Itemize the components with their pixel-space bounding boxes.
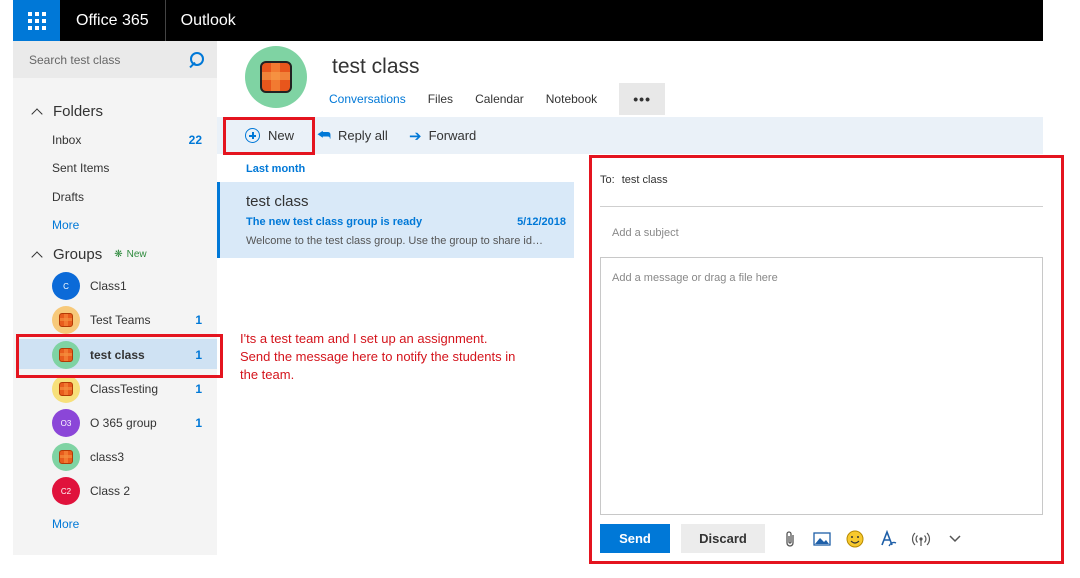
unread-count: 1 xyxy=(195,313,202,327)
divider xyxy=(600,206,1043,207)
folder-item-sent-items[interactable]: Sent Items xyxy=(52,161,202,175)
recipient-chip[interactable]: test class xyxy=(622,174,668,186)
paperclip-icon[interactable] xyxy=(779,528,801,550)
message-body-input[interactable] xyxy=(600,257,1043,515)
folder-item-inbox[interactable]: Inbox 22 xyxy=(52,133,202,147)
message-list-item[interactable]: test class The new test class group is r… xyxy=(217,182,574,258)
group-tabs: Conversations Files Calendar Notebook ••… xyxy=(329,83,666,115)
plus-circle-icon xyxy=(245,128,260,143)
group-tile-icon xyxy=(260,61,292,93)
app-launcher-button[interactable] xyxy=(13,0,60,41)
to-field[interactable]: To: test class xyxy=(600,174,668,186)
new-button-label: New xyxy=(268,128,295,143)
more-tabs-button[interactable]: ••• xyxy=(619,83,666,115)
forward-button[interactable]: ➔ Forward xyxy=(409,117,476,154)
avatar xyxy=(52,306,80,334)
avatar xyxy=(52,375,80,403)
group-label: O 365 group xyxy=(90,416,157,430)
chevron-up-icon xyxy=(31,250,43,263)
group-item-test-class[interactable]: test class 1 xyxy=(52,341,202,369)
broadcast-icon[interactable] xyxy=(910,528,932,550)
folders-header[interactable]: Folders xyxy=(29,103,103,120)
chevron-down-icon[interactable] xyxy=(944,528,966,550)
waffle-icon xyxy=(27,11,46,30)
search-input[interactable] xyxy=(29,52,179,67)
send-button[interactable]: Send xyxy=(600,524,670,553)
forward-arrow-icon: ➔ xyxy=(409,127,422,145)
folder-label: Drafts xyxy=(52,190,85,204)
search-box[interactable] xyxy=(13,41,217,78)
group-item-test-teams[interactable]: Test Teams 1 xyxy=(52,306,202,334)
avatar: O3 xyxy=(52,409,80,437)
search-icon[interactable] xyxy=(187,51,205,69)
group-label: class3 xyxy=(90,450,125,464)
new-button[interactable]: New xyxy=(245,117,294,154)
group-item-classtesting[interactable]: ClassTesting 1 xyxy=(52,375,202,403)
message-sender: test class xyxy=(246,193,309,210)
group-label: test class xyxy=(90,348,145,362)
emoji-icon[interactable] xyxy=(844,528,866,550)
message-preview: Welcome to the test class group. Use the… xyxy=(246,235,546,247)
insert-picture-icon[interactable] xyxy=(811,528,833,550)
format-text-icon[interactable] xyxy=(877,528,899,550)
unread-count: 1 xyxy=(195,416,202,430)
group-item-class1[interactable]: C Class1 xyxy=(52,272,202,300)
message-date: 5/12/2018 xyxy=(517,216,566,228)
list-section-label: Last month xyxy=(246,163,306,175)
command-bar: New ⮪ Reply all ➔ Forward xyxy=(217,117,1043,154)
groups-more-link[interactable]: More xyxy=(52,517,79,531)
group-item-o365-group[interactable]: O3 O 365 group 1 xyxy=(52,409,202,437)
group-tile-icon xyxy=(59,313,73,327)
avatar xyxy=(52,443,80,471)
chevron-up-icon xyxy=(31,107,43,120)
brand-title[interactable]: Office 365 xyxy=(60,0,165,41)
group-item-class3[interactable]: class3 xyxy=(52,443,202,471)
tab-conversations[interactable]: Conversations xyxy=(329,92,406,106)
reply-all-label: Reply all xyxy=(337,128,388,143)
reply-all-icon: ⮪ xyxy=(317,127,331,144)
tab-calendar[interactable]: Calendar xyxy=(475,92,524,106)
discard-button[interactable]: Discard xyxy=(681,524,765,553)
group-item-class-2[interactable]: C2 Class 2 xyxy=(52,477,202,505)
compose-pane: To: test class Send Discard xyxy=(600,164,1043,558)
group-avatar-large xyxy=(245,46,307,108)
forward-label: Forward xyxy=(428,128,477,143)
group-label: ClassTesting xyxy=(90,382,159,396)
group-tile-icon xyxy=(59,450,73,464)
sparkle-icon: ❋ xyxy=(114,249,123,260)
group-label: Class1 xyxy=(90,279,127,293)
message-subject: The new test class group is ready xyxy=(246,216,423,228)
tab-files[interactable]: Files xyxy=(428,92,453,106)
avatar xyxy=(52,341,80,369)
to-label: To: xyxy=(600,174,615,186)
new-badge-label: New xyxy=(126,249,147,260)
new-badge: ❋ New xyxy=(114,249,146,260)
unread-count: 1 xyxy=(195,348,202,362)
avatar: C xyxy=(52,272,80,300)
folders-heading: Folders xyxy=(53,103,104,120)
folders-more-link[interactable]: More xyxy=(52,218,79,232)
top-bar: Office 365 Outlook xyxy=(13,0,1043,41)
subject-input[interactable] xyxy=(600,216,1043,250)
group-tile-icon xyxy=(59,348,73,362)
reply-all-button[interactable]: ⮪ Reply all xyxy=(317,117,388,154)
unread-count: 1 xyxy=(195,382,202,396)
groups-heading: Groups xyxy=(53,246,103,263)
annotation-note: I'ts a test team and I set up an assignm… xyxy=(240,331,516,382)
sidebar: Folders Inbox 22 Sent Items Drafts More … xyxy=(13,41,217,555)
groups-header[interactable]: Groups ❋ New xyxy=(29,246,147,263)
app-name[interactable]: Outlook xyxy=(166,0,251,41)
group-title: test class xyxy=(332,55,420,78)
folder-label: Sent Items xyxy=(52,161,110,175)
group-label: Class 2 xyxy=(90,484,131,498)
unread-count: 22 xyxy=(188,133,202,147)
folder-label: Inbox xyxy=(52,133,82,147)
tab-notebook[interactable]: Notebook xyxy=(546,92,597,106)
folder-item-drafts[interactable]: Drafts xyxy=(52,190,202,204)
avatar: C2 xyxy=(52,477,80,505)
group-tile-icon xyxy=(59,382,73,396)
group-label: Test Teams xyxy=(90,313,151,327)
